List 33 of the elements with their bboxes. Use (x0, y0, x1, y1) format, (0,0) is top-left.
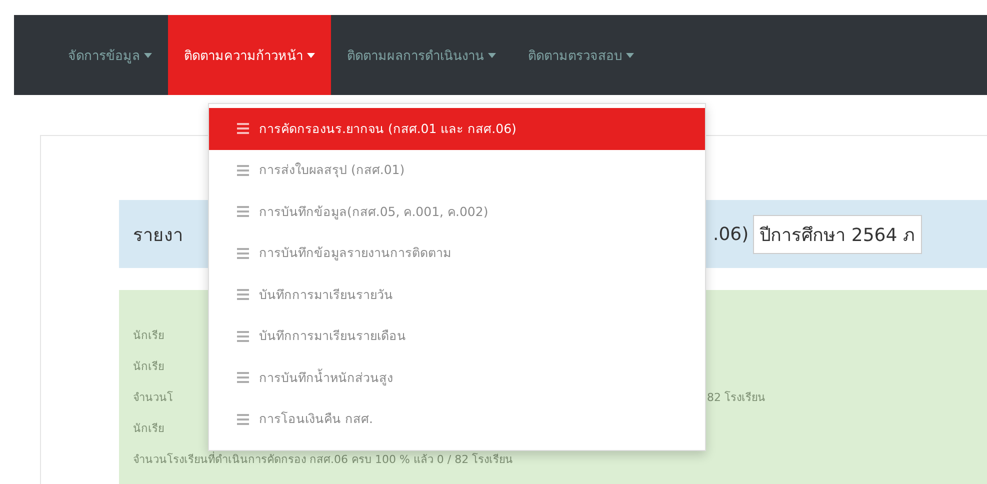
report-title: รายงา (133, 224, 184, 248)
list-icon (237, 289, 249, 300)
caret-icon (488, 52, 496, 58)
dropdown-item[interactable]: บันทึกการมาเรียนรายเดือน (209, 316, 705, 357)
nav-menu-item[interactable]: ติดตามผลการดำเนินงาน (331, 15, 512, 95)
dropdown-item[interactable]: การบันทึกน้ำหนักส่วนสูง (209, 357, 705, 398)
caret-icon (626, 52, 634, 58)
summary-text: จำนวนโรงเรียนที่ดำเนินการคัดกรอง กสศ.06 ครบ 100 % แล้ว 0 / 82 โรงเรียน (133, 450, 514, 468)
list-icon (237, 372, 249, 384)
summary-text: 82 โรงเรียน (707, 390, 766, 406)
list-icon (237, 414, 249, 425)
dropdown-item[interactable]: การบันทึกข้อมูล(กสศ.05, ค.001, ค.002) (209, 191, 705, 232)
summary-text: จำนวนโ (133, 391, 173, 404)
nav-menu-item[interactable]: ติดตามตรวจสอบ (512, 15, 650, 95)
dropdown-item[interactable]: การส่งใบผลสรุป (กสศ.01) (209, 150, 705, 191)
dropdown-item[interactable]: การโอนเงินคืน กสศ. (209, 398, 705, 440)
summary-text: นักเรีย (133, 421, 164, 437)
list-icon (237, 123, 249, 134)
dropdown-item[interactable]: การบันทึกข้อมูลรายงานการติดตาม (209, 232, 705, 274)
list-icon (237, 248, 249, 259)
list-icon (237, 330, 249, 342)
year-select[interactable]: ปีการศึกษา 2564 ภ (752, 214, 922, 254)
summary-text: นักเรีย (133, 328, 164, 344)
dropdown-item[interactable]: บันทึกการมาเรียนรายวัน (209, 274, 705, 316)
summary-text: นักเรีย (133, 359, 164, 375)
list-icon (237, 206, 249, 218)
list-icon (237, 164, 249, 176)
caret-icon (144, 52, 152, 58)
dropdown-item[interactable]: การคัดกรองนร.ยากจน (กสศ.01 และ กสศ.06) (209, 108, 705, 150)
report-title: .06) (713, 224, 749, 244)
nav-menu-item[interactable]: จัดการข้อมูล (52, 15, 168, 95)
nav-menu-item[interactable]: ติดตามความก้าวหน้า (168, 15, 331, 95)
caret-icon (307, 52, 315, 58)
